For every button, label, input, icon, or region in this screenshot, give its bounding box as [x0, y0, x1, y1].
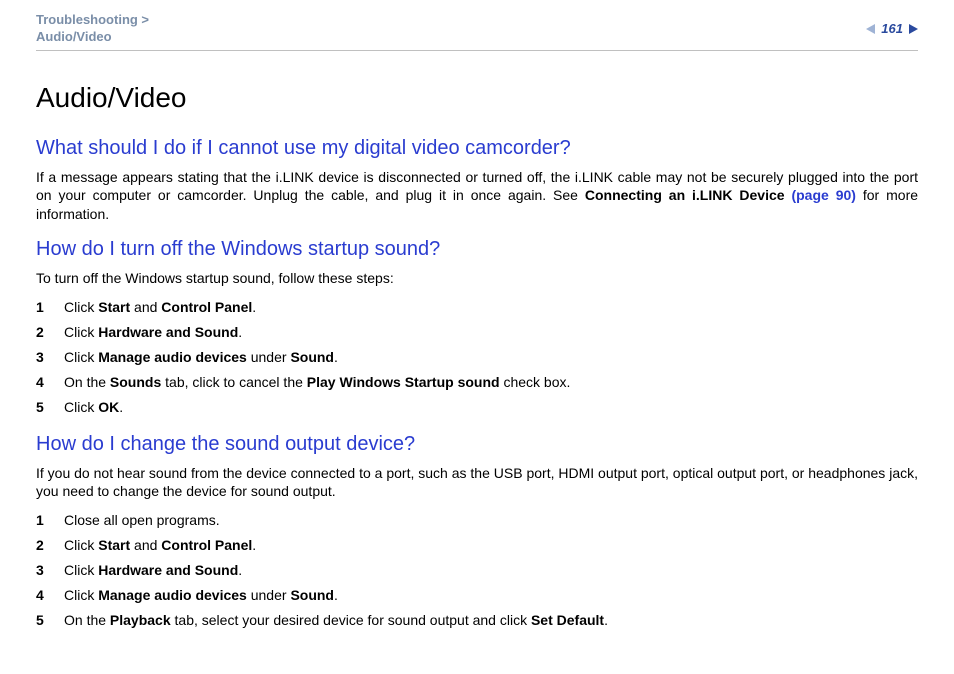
list-item: Click OK. [36, 398, 918, 417]
list-item: Close all open programs. [36, 511, 918, 530]
list-item: Click Start and Control Panel. [36, 298, 918, 317]
list-item: Click Start and Control Panel. [36, 536, 918, 555]
list-item: Click Hardware and Sound. [36, 561, 918, 580]
list-item: Click Manage audio devices under Sound. [36, 348, 918, 367]
q2-heading: How do I turn off the Windows startup so… [36, 236, 918, 263]
q3-heading: How do I change the sound output device? [36, 431, 918, 458]
q3-steps: Close all open programs. Click Start and… [36, 511, 918, 629]
q2-intro: To turn off the Windows startup sound, f… [36, 269, 918, 288]
prev-page-icon[interactable] [866, 24, 875, 34]
list-item: Click Hardware and Sound. [36, 323, 918, 342]
breadcrumb: Troubleshooting > Audio/Video [36, 12, 149, 46]
list-item: Click Manage audio devices under Sound. [36, 586, 918, 605]
breadcrumb-line2: Audio/Video [36, 29, 112, 44]
q1-link-bold: Connecting an i.LINK Device [585, 187, 792, 203]
list-item: On the Sounds tab, click to cancel the P… [36, 373, 918, 392]
q1-paragraph: If a message appears stating that the i.… [36, 168, 918, 225]
q3-intro: If you do not hear sound from the device… [36, 464, 918, 502]
breadcrumb-line1: Troubleshooting > [36, 12, 149, 27]
q1-heading: What should I do if I cannot use my digi… [36, 135, 918, 162]
header: Troubleshooting > Audio/Video 161 [36, 12, 918, 46]
page-nav: 161 [866, 12, 918, 38]
list-item: On the Playback tab, select your desired… [36, 611, 918, 630]
page: Troubleshooting > Audio/Video 161 Audio/… [0, 0, 954, 674]
page-title: Audio/Video [36, 79, 918, 117]
q1-page-link[interactable]: (page 90) [791, 187, 856, 203]
header-rule [36, 50, 918, 51]
next-page-icon[interactable] [909, 24, 918, 34]
q2-steps: Click Start and Control Panel. Click Har… [36, 298, 918, 416]
page-number: 161 [881, 20, 903, 38]
